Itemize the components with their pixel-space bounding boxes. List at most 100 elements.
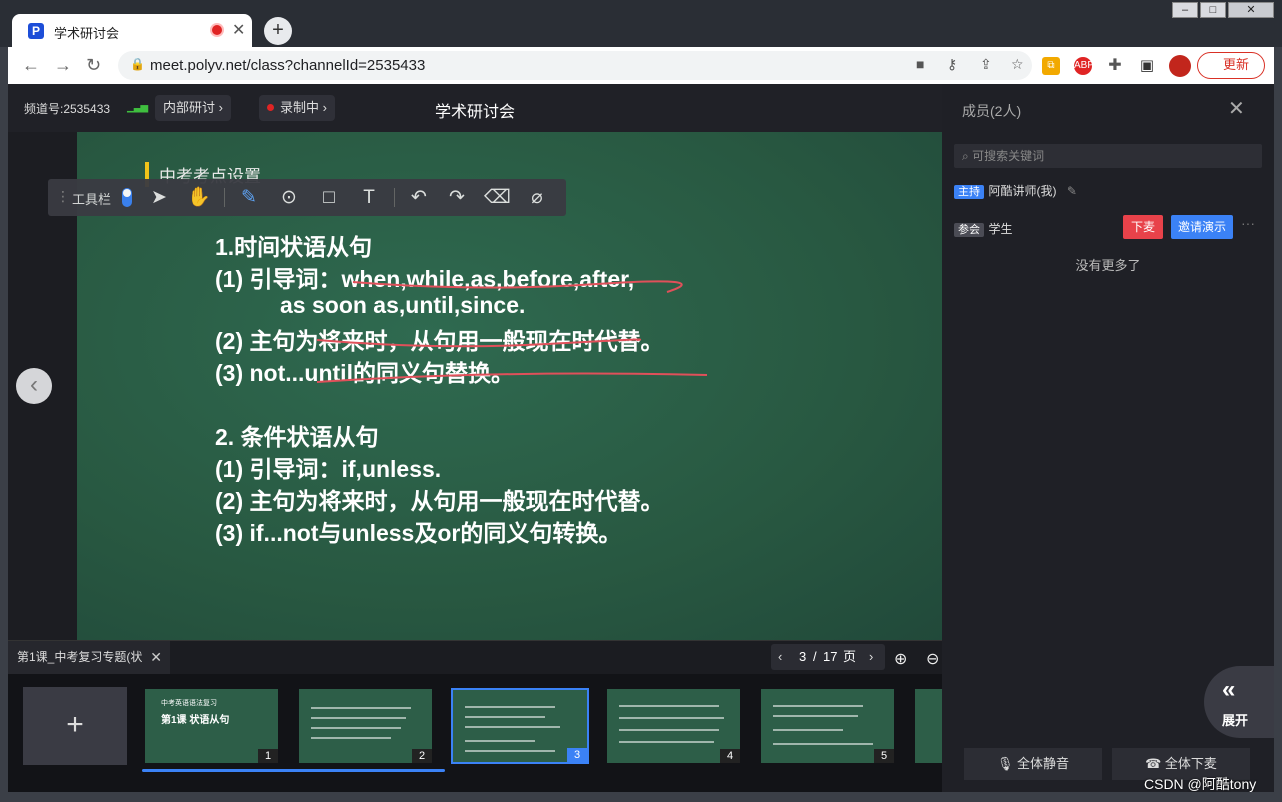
member-name: 学生 [988, 222, 1013, 236]
thumbnail-number: 2 [412, 749, 432, 763]
previous-page-button[interactable]: ‹ [16, 368, 52, 404]
thumbnail-strip: + 中考英语语法复习 第1课 状语从句 1 2 3 4 5 [8, 674, 942, 792]
share-icon[interactable]: ⇪ [980, 56, 992, 73]
update-button[interactable]: 更新 [1197, 52, 1265, 79]
thumbnail-scrollbar[interactable] [142, 769, 445, 772]
polyv-logo-icon: P [28, 23, 44, 39]
host-role-badge: 主持 [954, 185, 984, 199]
page-navigator: ‹ 3 / 17 页 › [771, 644, 885, 670]
total-pages: 17 [823, 649, 838, 664]
update-label: 更新 [1223, 57, 1250, 72]
address-bar: ← → ↻ 🔒 meet.polyv.net/class?channelId=2… [8, 47, 1274, 84]
double-chevron-left-icon: « [1222, 676, 1236, 703]
drag-handle-icon[interactable]: ⋮ [56, 188, 70, 205]
lock-icon: 🔒 [130, 57, 145, 71]
slide-thumbnail-selected[interactable]: 3 [451, 688, 589, 764]
slide-thumbnail[interactable]: 中考英语语法复习 第1课 状语从句 1 [145, 689, 278, 763]
more-options-icon[interactable]: ··· [1241, 215, 1255, 231]
toolbar-toggle[interactable] [122, 188, 132, 207]
member-row: 参会 学生 [954, 220, 1012, 238]
tab-close-icon[interactable]: ✕ [232, 20, 245, 40]
member-row: 主持 阿酷讲师(我) ✎ [954, 182, 1077, 200]
thumbnail-number: 1 [258, 749, 278, 763]
maximize-button[interactable]: □ [1200, 2, 1226, 18]
mute-all-button[interactable]: 🎙 全体静音 [964, 748, 1102, 780]
url-text: meet.polyv.net/class?channelId=2535433 [150, 57, 426, 74]
mute-all-label: 全体静音 [1017, 756, 1070, 771]
pointer-icon[interactable]: ➤ [146, 185, 172, 211]
url-field[interactable]: 🔒 meet.polyv.net/class?channelId=2535433… [118, 51, 1032, 80]
eraser-icon[interactable]: ⌫ [484, 185, 511, 211]
key-icon[interactable]: ⚷ [947, 56, 957, 73]
extensions-icon[interactable]: ✚ [1106, 57, 1124, 75]
page-next-icon[interactable]: › [869, 644, 873, 670]
slide-thumbnail[interactable]: 4 [607, 689, 740, 763]
edit-name-icon[interactable]: ✎ [1067, 184, 1077, 198]
add-slide-button[interactable]: + [23, 687, 127, 765]
toolbar-label: 工具栏 [72, 192, 112, 207]
whiteboard-toolbar: ⋮ 工具栏 ➤ ✋ ✎ ⊙ □ T ↶ ↷ ⌫ ⌀ [48, 179, 566, 216]
camera-icon[interactable]: ■ [916, 56, 924, 72]
current-page[interactable]: 3 [799, 644, 806, 670]
hand-icon[interactable]: ✋ [186, 185, 212, 211]
page-prev-icon[interactable]: ‹ [778, 644, 782, 670]
rectangle-icon[interactable]: □ [316, 185, 342, 211]
meeting-header: 频道号:2535433 ▁▃▅ 内部研讨 › 录制中 › 学术研讨会 [8, 84, 942, 132]
new-tab-button[interactable]: + [264, 17, 292, 45]
document-name: 第1课_中考复习专题(状 [17, 650, 143, 664]
expand-button[interactable]: « 展开 [1204, 666, 1274, 738]
sidebar-icon[interactable]: ▣ [1138, 57, 1156, 75]
toolbar-divider [224, 188, 225, 207]
minimize-button[interactable]: – [1172, 2, 1198, 18]
watermark: CSDN @阿酷tony [1144, 776, 1257, 792]
remove-mic-button[interactable]: 下麦 [1123, 215, 1163, 239]
star-icon[interactable]: ☆ [1011, 56, 1024, 73]
window-close-button[interactable]: ✕ [1228, 2, 1274, 18]
clear-brush-icon[interactable]: ⌀ [524, 185, 550, 211]
meeting-title: 学术研讨会 [434, 104, 515, 121]
browser-titlebar: P 学术研讨会 ✕ + – □ ✕ [0, 0, 1282, 48]
member-name: 阿酷讲师(我) [988, 184, 1057, 198]
member-search-input[interactable]: ⌕ 可搜索关键词 [954, 144, 1262, 168]
expand-label: 展开 [1222, 713, 1249, 728]
zoom-out-icon[interactable]: ⊖ [926, 649, 939, 669]
panel-title: 成员(2人) [962, 103, 1022, 119]
toolbar-divider [394, 188, 395, 207]
panel-close-icon[interactable]: ✕ [1228, 96, 1245, 121]
no-more-text: 没有更多了 [1075, 258, 1141, 273]
document-tab[interactable]: 第1课_中考复习专题(状 ✕ [8, 641, 170, 674]
thumbnail-number: 3 [567, 748, 587, 762]
window-border-left [0, 47, 8, 792]
browser-tab[interactable]: P 学术研讨会 ✕ [12, 14, 252, 48]
thumbnail-subtitle: 第1课 状语从句 [161, 715, 230, 726]
back-icon[interactable]: ← [22, 55, 40, 76]
thumbnail-title: 中考英语语法复习 [161, 700, 217, 707]
window-border-bottom [0, 792, 1282, 802]
all-off-mic-label: 全体下麦 [1164, 756, 1217, 771]
slide-thumbnail[interactable]: 5 [761, 689, 894, 763]
search-placeholder: 可搜索关键词 [972, 149, 1045, 163]
pen-icon[interactable]: ✎ [236, 185, 262, 211]
document-close-icon[interactable]: ✕ [150, 641, 162, 674]
page-separator: / [813, 649, 817, 664]
slide-thumbnail[interactable] [915, 689, 942, 763]
invite-present-button[interactable]: 邀请演示 [1171, 215, 1233, 239]
forward-icon[interactable]: → [54, 55, 72, 76]
recording-indicator-icon [212, 25, 222, 35]
text-icon[interactable]: T [356, 185, 382, 211]
thumbnail-number: 5 [874, 749, 894, 763]
zoom-in-icon[interactable]: ⊕ [894, 649, 907, 669]
laser-pointer-icon[interactable]: ⊙ [276, 185, 302, 211]
tab-title: 学术研讨会 [54, 26, 120, 41]
participant-role-badge: 参会 [954, 223, 984, 237]
page-unit: 页 [843, 649, 857, 664]
slide-thumbnail[interactable]: 2 [299, 689, 432, 763]
extension-copy-icon[interactable]: ⧉ [1042, 57, 1060, 75]
undo-icon[interactable]: ↶ [406, 185, 432, 211]
document-bar: 第1课_中考复习专题(状 ✕ ‹ 3 / 17 页 › ⊕ ⊖ [8, 640, 942, 674]
profile-avatar[interactable] [1169, 55, 1191, 77]
window-border-right [1274, 47, 1282, 792]
adblock-icon[interactable]: ABP [1074, 57, 1094, 75]
reload-icon[interactable]: ↻ [86, 55, 101, 76]
redo-icon[interactable]: ↷ [444, 185, 470, 211]
